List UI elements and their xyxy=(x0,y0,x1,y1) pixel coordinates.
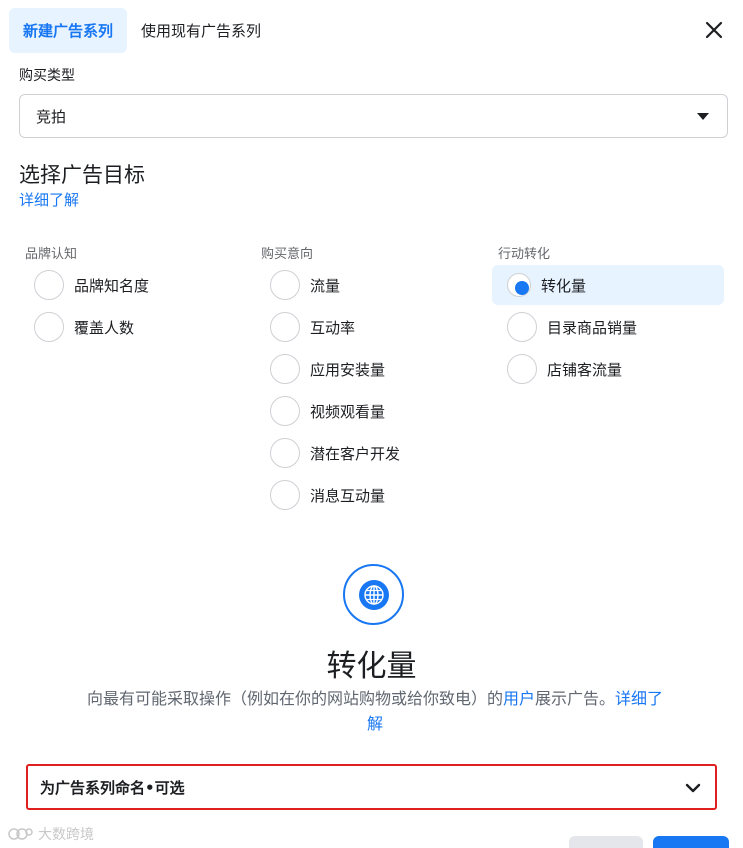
chevron-down-icon xyxy=(685,783,701,793)
tab-new-campaign[interactable]: 新建广告系列 xyxy=(9,8,128,53)
description-text-tail: 展示广告。 xyxy=(535,689,616,708)
objective-option-app-installs[interactable]: 应用安装量 xyxy=(255,349,470,389)
radio-button[interactable] xyxy=(270,312,300,342)
option-label: 互动率 xyxy=(310,318,356,337)
option-label: 潜在客户开发 xyxy=(310,444,401,463)
close-icon[interactable] xyxy=(703,19,725,41)
watermark-logo-icon xyxy=(8,828,33,840)
objective-column-consideration: 购买意向 流量 互动率 应用安装量 视频观看量 潜在客户开发 消息互动量 xyxy=(255,243,470,515)
objective-option-lead-generation[interactable]: 潜在客户开发 xyxy=(255,433,470,473)
radio-button[interactable] xyxy=(270,270,300,300)
campaign-name-section[interactable]: 为广告系列命名•可选 xyxy=(26,764,717,810)
radio-button[interactable] xyxy=(507,354,537,384)
option-label: 品牌知名度 xyxy=(74,276,150,295)
objective-option-traffic[interactable]: 流量 xyxy=(255,265,470,305)
objective-description: 向最有可能采取操作（例如在你的网站购物或给你致电）的用户展示广告。详细了解 xyxy=(80,686,670,736)
objective-title: 选择广告目标 xyxy=(19,163,145,187)
radio-button[interactable] xyxy=(270,354,300,384)
watermark-text: 大数跨境 xyxy=(38,827,94,843)
objective-option-reach[interactable]: 覆盖人数 xyxy=(19,307,234,347)
option-label: 店铺客流量 xyxy=(547,360,623,379)
radio-button[interactable] xyxy=(34,312,64,342)
description-text: 向最有可能采取操作（例如在你的网站购物或给你致电）的 xyxy=(86,689,503,708)
objective-option-brand-awareness[interactable]: 品牌知名度 xyxy=(19,265,234,305)
campaign-name-label: 为广告系列命名•可选 xyxy=(40,778,185,797)
buying-type-value: 竞拍 xyxy=(36,107,67,126)
tab-existing-campaign[interactable]: 使用现有广告系列 xyxy=(127,8,275,53)
option-label: 目录商品销量 xyxy=(547,318,638,337)
watermark: 大数跨境 xyxy=(8,824,94,844)
radio-button-selected[interactable] xyxy=(507,273,531,297)
radio-button[interactable] xyxy=(270,480,300,510)
option-label: 覆盖人数 xyxy=(74,318,135,337)
user-link[interactable]: 用户 xyxy=(503,689,535,708)
option-label: 视频观看量 xyxy=(310,402,386,421)
caret-down-icon xyxy=(697,113,709,120)
globe-icon xyxy=(358,579,389,610)
objective-option-video-views[interactable]: 视频观看量 xyxy=(255,391,470,431)
radio-button[interactable] xyxy=(270,438,300,468)
option-label: 流量 xyxy=(310,276,341,295)
option-label: 消息互动量 xyxy=(310,486,386,505)
column-header: 购买意向 xyxy=(261,247,314,262)
objective-option-messages[interactable]: 消息互动量 xyxy=(255,475,470,515)
option-label: 应用安装量 xyxy=(310,360,386,379)
continue-button[interactable] xyxy=(653,836,729,848)
objective-option-store-traffic[interactable]: 店铺客流量 xyxy=(492,349,724,389)
column-header: 行动转化 xyxy=(498,247,551,262)
objective-column-awareness: 品牌认知 品牌知名度 覆盖人数 xyxy=(19,243,234,347)
objective-icon-circle xyxy=(343,564,404,625)
cancel-button[interactable] xyxy=(569,836,643,848)
buying-type-select[interactable]: 竞拍 xyxy=(19,94,728,138)
learn-more-link[interactable]: 详细了解 xyxy=(19,189,79,210)
objective-column-conversion: 行动转化 转化量 目录商品销量 店铺客流量 xyxy=(492,243,724,389)
objective-option-conversions[interactable]: 转化量 xyxy=(492,265,724,305)
campaign-tabs: 新建广告系列 使用现有广告系列 xyxy=(9,8,275,53)
objective-detail-title: 转化量 xyxy=(326,649,417,684)
radio-button[interactable] xyxy=(34,270,64,300)
column-header: 品牌认知 xyxy=(25,247,78,262)
radio-button[interactable] xyxy=(270,396,300,426)
objective-option-engagement[interactable]: 互动率 xyxy=(255,307,470,347)
buying-type-label: 购买类型 xyxy=(19,68,75,84)
radio-button[interactable] xyxy=(507,312,537,342)
option-label: 转化量 xyxy=(541,276,587,295)
objective-option-catalog-sales[interactable]: 目录商品销量 xyxy=(492,307,724,347)
